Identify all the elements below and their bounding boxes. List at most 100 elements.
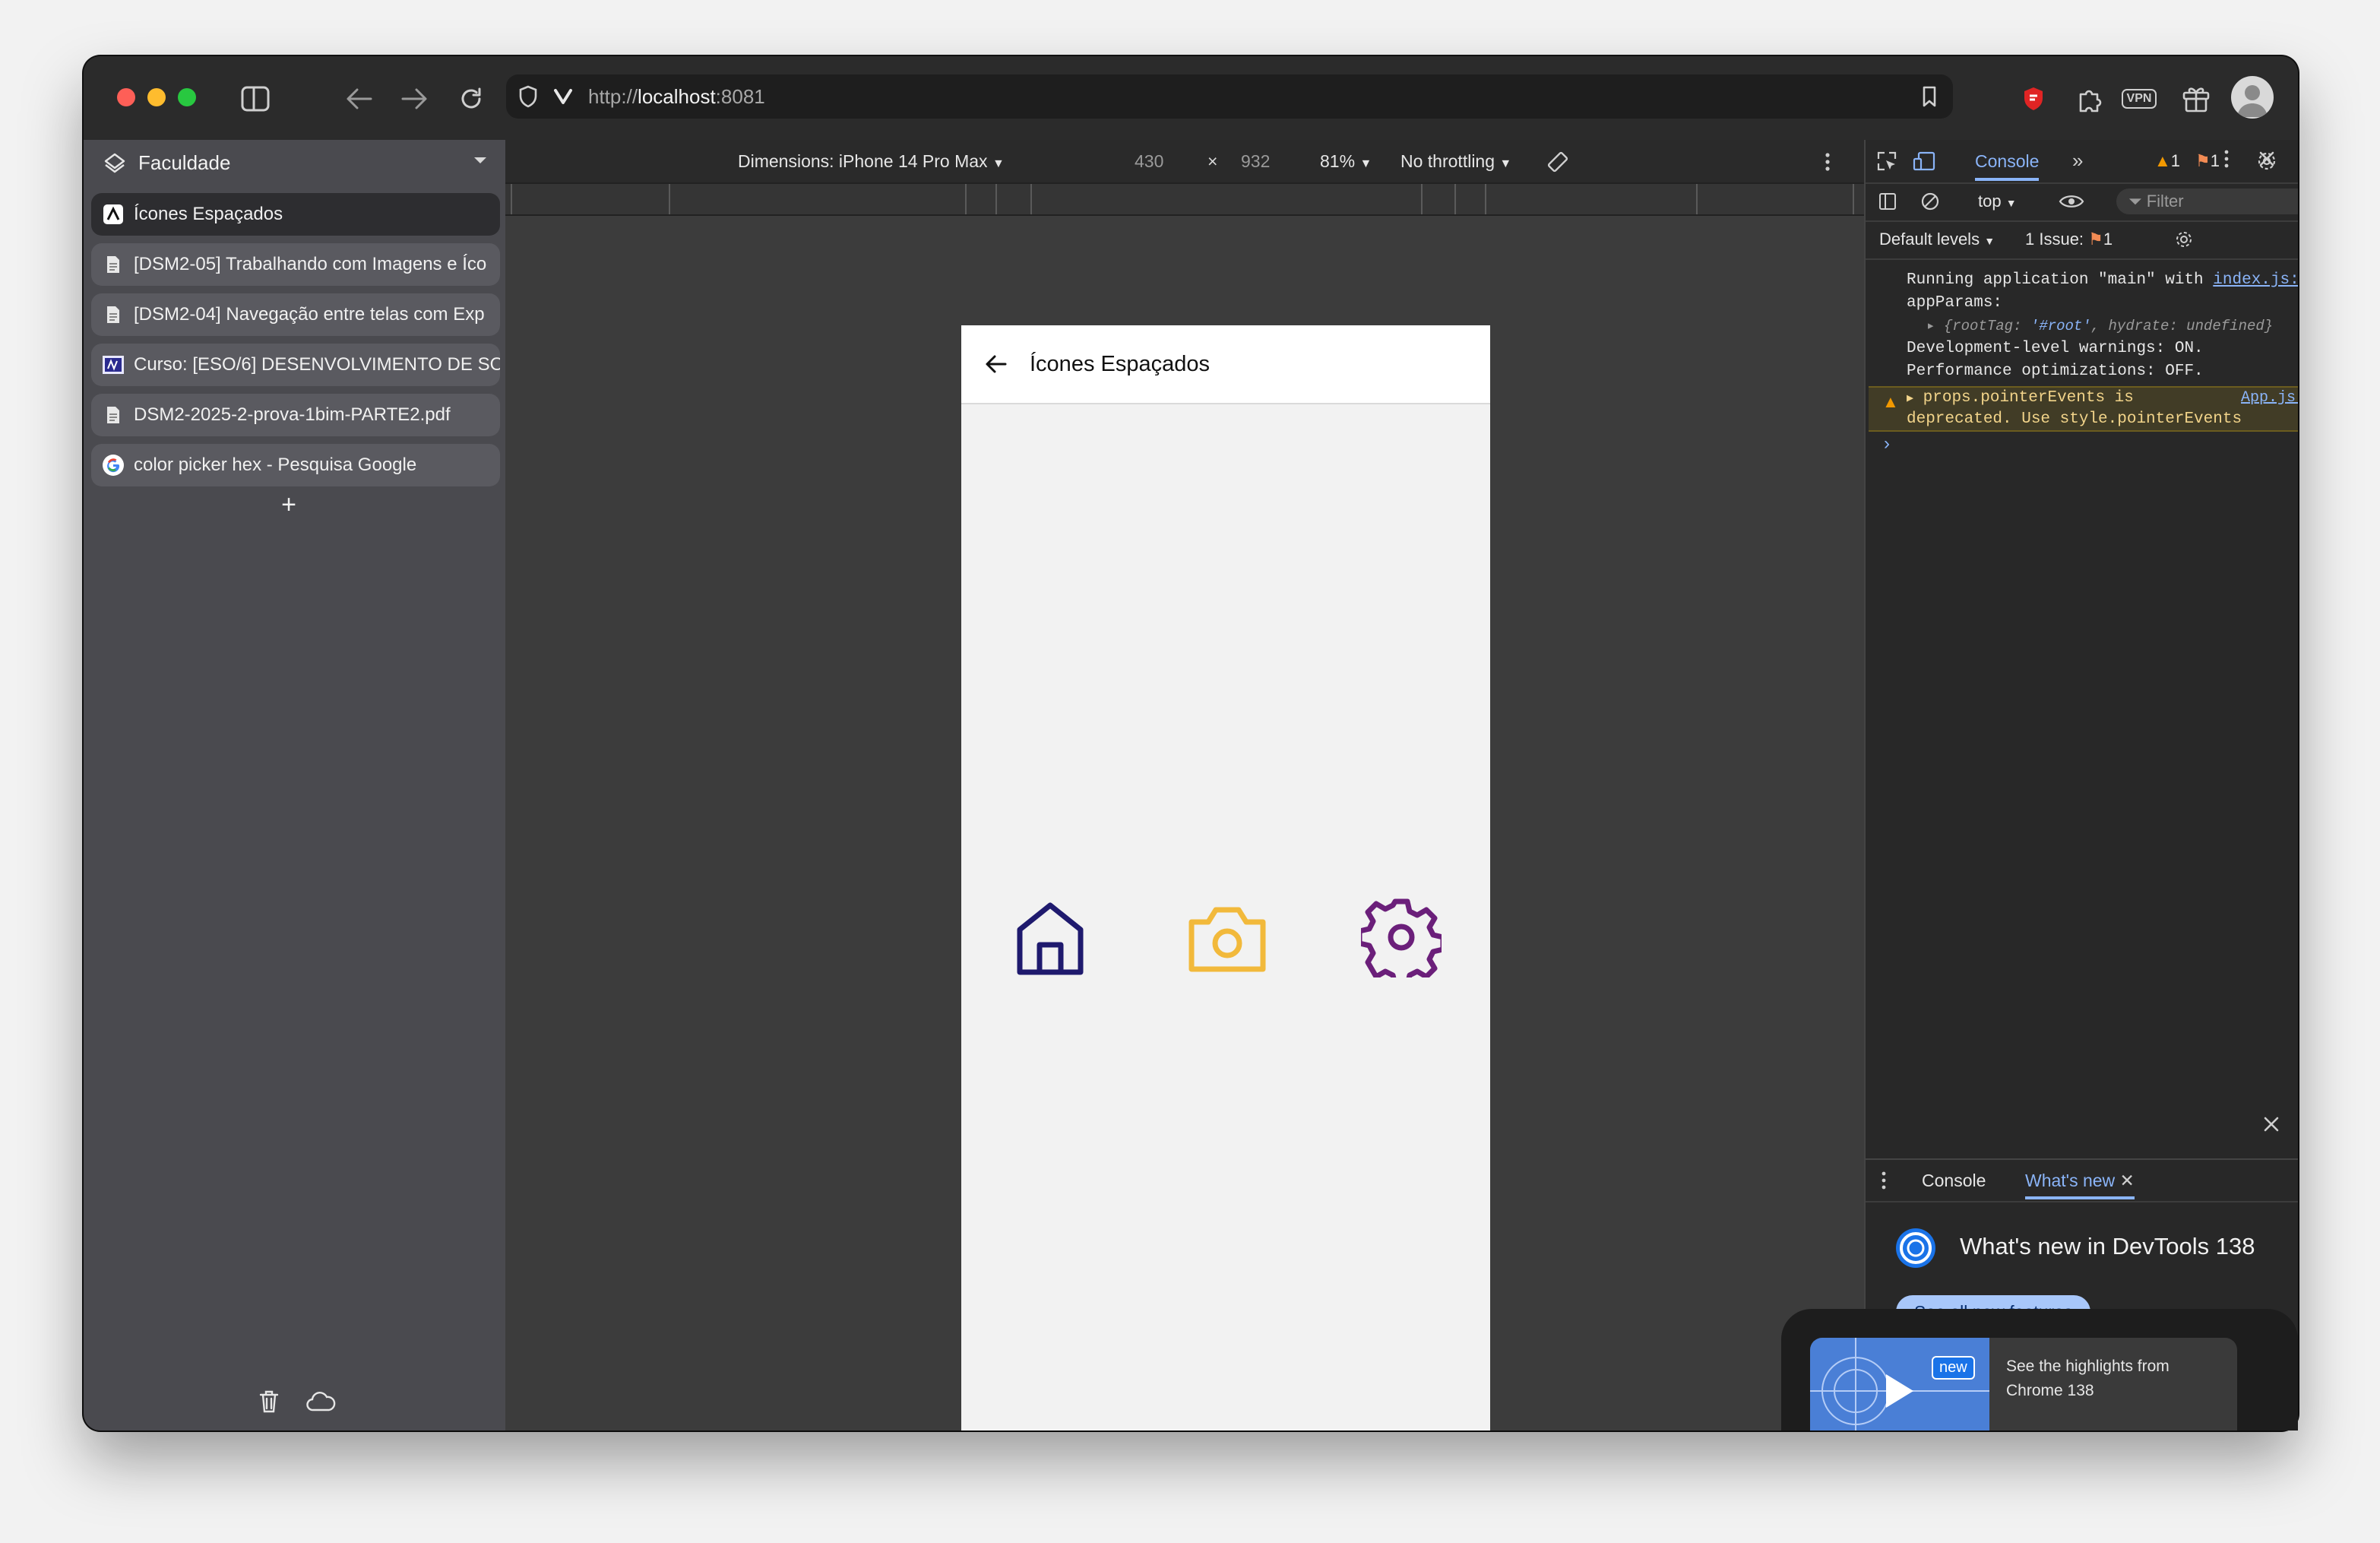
shield-icon[interactable] — [514, 82, 543, 111]
chevron-down-icon[interactable] — [473, 155, 488, 170]
back-arrow-icon[interactable] — [342, 82, 375, 116]
devtools-panel: Console » ▲1 ⚑1 top ▼ ⏷ Filter Default l… — [1864, 140, 2298, 1431]
log-text: Performance optimizations: OFF. — [1907, 363, 2204, 380]
close-tab-icon[interactable]: ✕ — [2120, 1171, 2135, 1190]
video-thumbnail[interactable]: new — [1810, 1338, 1989, 1431]
devtools-close-icon[interactable] — [2255, 147, 2278, 170]
tab-color-picker[interactable]: color picker hex - Pesquisa Google — [91, 444, 500, 486]
trash-icon[interactable] — [254, 1386, 284, 1417]
new-tab-button[interactable]: + — [274, 490, 304, 520]
reload-icon[interactable] — [454, 82, 488, 116]
clear-console-icon[interactable] — [1919, 190, 1942, 213]
avatar[interactable] — [2231, 76, 2274, 119]
caret-down-icon: ▼ — [2005, 197, 2017, 209]
warning-triangle-icon: ▲ — [1882, 392, 1899, 411]
url-text[interactable]: http://localhost:8081 — [588, 74, 765, 119]
devtools-more-vertical-icon[interactable] — [2219, 147, 2234, 170]
highlights-card[interactable]: new See the highlights from Chrome 138 — [1810, 1338, 2237, 1431]
vivaldi-logo-icon — [550, 84, 576, 109]
console-warning-entry: ▲ ▶ props.pointerEvents is deprecated. U… — [1869, 386, 2298, 432]
issues-count: 1 — [2103, 230, 2113, 249]
close-window-button[interactable] — [117, 88, 135, 106]
url-port: :8081 — [715, 85, 765, 108]
zoom-value: 81% — [1320, 151, 1356, 171]
cloud-icon[interactable] — [304, 1386, 337, 1417]
app-header: Ícones Espaçados — [961, 325, 1490, 404]
times-glyph: × — [1207, 151, 1218, 171]
more-vertical-icon[interactable] — [1817, 149, 1838, 175]
caret-down-icon: ▼ — [992, 157, 1005, 170]
tab-dsm2-04[interactable]: [DSM2-04] Navegação entre telas com Exp — [91, 293, 500, 336]
throttling-dropdown[interactable]: No throttling ▼ — [1400, 140, 1511, 185]
minimize-window-button[interactable] — [147, 88, 166, 106]
errors-badge[interactable]: ⚑1 — [2195, 140, 2220, 182]
browser-window: http://localhost:8081 VPN Faculdade Ícon… — [84, 56, 2298, 1431]
zoom-dropdown[interactable]: 81% ▼ — [1320, 140, 1372, 185]
tab-label: DSM2-2025-2-prova-1bim-PARTE2.pdf — [134, 404, 451, 425]
tab-console[interactable]: Console — [1975, 140, 2040, 181]
levels-value: Default levels — [1879, 230, 1980, 249]
forward-arrow-icon[interactable] — [398, 82, 432, 116]
issues-button[interactable]: 1 Issue: ⚑1 — [2025, 220, 2113, 258]
drawer-tabbar: Console What's new ✕ — [1866, 1160, 2298, 1202]
dimensions-dropdown[interactable]: Dimensions: iPhone 14 Pro Max ▼ — [738, 140, 1005, 185]
address-bar[interactable]: http://localhost:8081 — [506, 74, 1953, 119]
warning-triangle-icon: ▲ — [2154, 151, 2171, 170]
levels-dropdown[interactable]: Default levels ▼ — [1879, 220, 1995, 260]
camera-icon[interactable] — [1183, 898, 1271, 979]
bookmark-icon[interactable] — [1916, 84, 1942, 109]
console-prompt[interactable]: › — [1884, 433, 1890, 455]
drawer-tab-console[interactable]: Console — [1922, 1160, 1986, 1201]
width-input[interactable]: 430 — [1135, 140, 1163, 182]
play-icon — [1886, 1374, 1913, 1408]
tab-prova-pdf[interactable]: DSM2-2025-2-prova-1bim-PARTE2.pdf — [91, 394, 500, 436]
drawer-tab-whats-new[interactable]: What's new ✕ — [2025, 1160, 2135, 1199]
workspace-selector[interactable]: Faculdade — [84, 140, 505, 185]
caret-down-icon: ▼ — [1499, 157, 1512, 170]
arrow-left-icon[interactable] — [980, 348, 1011, 380]
eye-icon[interactable] — [2057, 190, 2086, 213]
filter-input[interactable]: ⏷ Filter — [2116, 189, 2298, 214]
puzzle-icon[interactable] — [2073, 82, 2106, 116]
gift-icon[interactable] — [2178, 81, 2214, 117]
context-value: top — [1978, 192, 2002, 211]
device-toggle-icon[interactable] — [1911, 149, 1938, 173]
tab-label: What's new — [2025, 1171, 2116, 1190]
context-selector[interactable]: top ▼ — [1978, 182, 2017, 222]
maximize-window-button[interactable] — [178, 88, 196, 106]
app-params-object[interactable]: ▸ {rootTag: '#root', hydrate: undefined} — [1907, 315, 2287, 337]
tab-label: Curso: [ESO/6] DESENVOLVIMENTO DE SO — [134, 354, 500, 375]
rotate-icon[interactable] — [1545, 149, 1571, 175]
tab-curso-eso6[interactable]: Curso: [ESO/6] DESENVOLVIMENTO DE SO — [91, 344, 500, 386]
more-tabs-icon[interactable]: » — [2072, 140, 2083, 181]
drawer-close-icon[interactable] — [2260, 1113, 2283, 1136]
workspace-name: Faculdade — [138, 150, 231, 174]
app-header-title: Ícones Espaçados — [1030, 352, 1210, 376]
home-icon[interactable] — [1008, 897, 1092, 981]
vpn-label: VPN — [2121, 89, 2157, 109]
more-vertical-icon[interactable] — [1876, 1169, 1891, 1192]
expand-triangle-icon[interactable]: ▶ — [1907, 392, 1913, 405]
extension-shield-icon[interactable] — [2017, 82, 2050, 116]
google-icon — [102, 454, 125, 477]
tab-icones-espacados[interactable]: Ícones Espaçados — [91, 193, 500, 236]
new-badge: new — [1932, 1356, 1975, 1380]
warnings-badge[interactable]: ▲1 — [2154, 140, 2180, 182]
vpn-icon[interactable]: VPN — [2117, 84, 2161, 114]
issues-label: 1 Issue: — [2025, 230, 2084, 249]
source-link[interactable]: App.js:14 — [2241, 388, 2298, 408]
sidebar-toggle-icon[interactable] — [239, 82, 272, 116]
height-input[interactable]: 932 — [1241, 140, 1270, 182]
source-link[interactable]: index.js:8 — [2213, 271, 2298, 289]
console-settings-gear-icon[interactable] — [2173, 228, 2195, 251]
throttling-value: No throttling — [1400, 151, 1495, 171]
sidebar-panel-icon[interactable] — [1876, 190, 1899, 213]
log-text: appParams: — [1907, 294, 2003, 312]
inspect-element-icon[interactable] — [1875, 149, 1899, 173]
tab-dsm2-05[interactable]: [DSM2-05] Trabalhando com Imagens e Íco — [91, 243, 500, 286]
tab-label: Ícones Espaçados — [134, 204, 283, 224]
title-bar: http://localhost:8081 VPN — [84, 56, 2298, 140]
warning-text: props.pointerEvents is — [1923, 389, 2134, 407]
settings-icon[interactable] — [1358, 894, 1445, 981]
workspace-icon — [103, 150, 129, 176]
